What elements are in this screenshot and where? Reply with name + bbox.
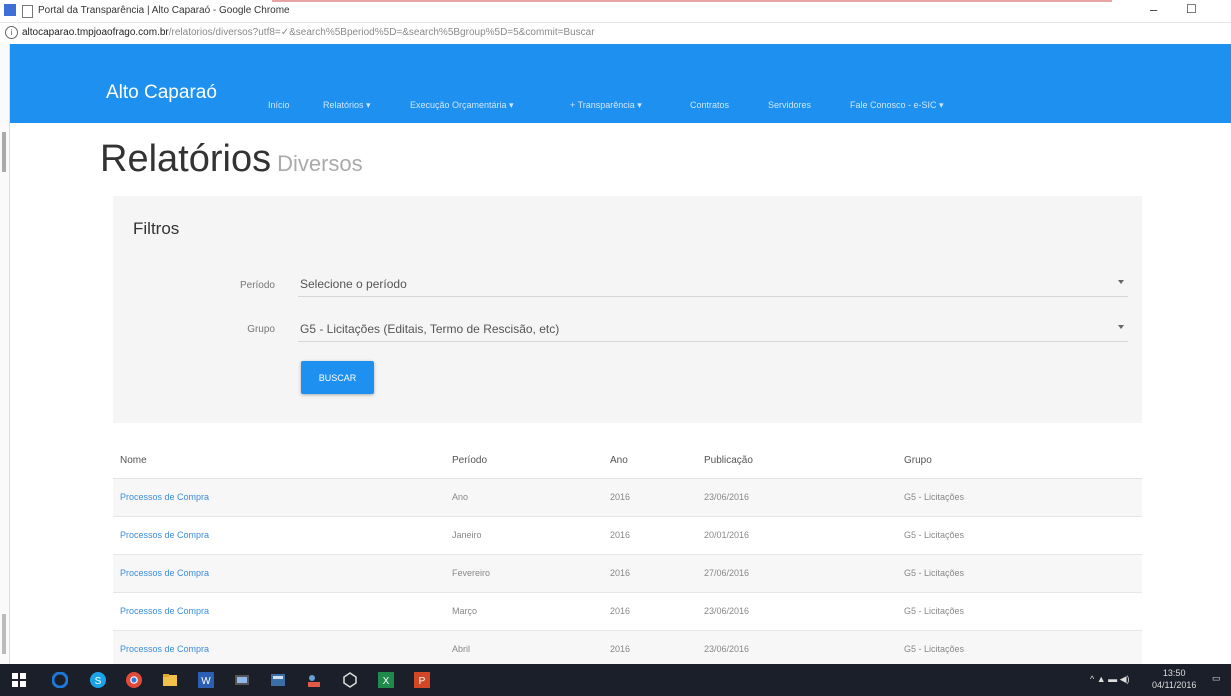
chevron-down-icon [1118, 280, 1124, 284]
row-period: Janeiro [452, 530, 482, 540]
url-path: /relatorios/diversos?utf8=✓&search%5Bper… [168, 27, 595, 38]
row-group: G5 - Licitações [904, 644, 965, 654]
row-name-link[interactable]: Processos de Compra [120, 568, 209, 578]
page-icon [22, 5, 33, 18]
nav-item-execucao[interactable]: Execução Orçamentária ▾ [410, 100, 514, 111]
row-group: G5 - Licitações [904, 492, 965, 502]
left-edge [0, 44, 10, 664]
row-period: Fevereiro [452, 568, 491, 578]
row-year: 2016 [610, 606, 631, 616]
info-icon[interactable]: i [5, 26, 18, 39]
nav-item-contratos[interactable]: Contratos [690, 100, 729, 110]
row-publication: 20/01/2016 [704, 530, 750, 540]
clock-time: 13:50 [1162, 668, 1186, 678]
svg-text:S: S [95, 676, 102, 687]
row-year: 2016 [610, 568, 631, 578]
table-row: Processos de Compra Fevereiro 2016 27/06… [113, 555, 1142, 593]
group-select-value: G5 - Licitações (Editais, Termo de Resci… [300, 322, 560, 336]
skype-icon[interactable]: S [90, 672, 106, 688]
row-name-link[interactable]: Processos de Compra [120, 606, 209, 616]
maximize-button[interactable]: ☐ [1186, 2, 1197, 16]
windows-start-icon[interactable] [12, 673, 26, 687]
row-publication: 27/06/2016 [704, 568, 750, 578]
row-period: Março [452, 606, 478, 616]
row-group: G5 - Licitações [904, 606, 965, 616]
edge-marker [2, 614, 6, 654]
excel-icon[interactable]: X [378, 672, 394, 688]
brand-logo[interactable]: Alto Caparaó [106, 82, 217, 104]
nav-item-transparencia[interactable]: + Transparência ▾ [570, 100, 642, 111]
address-bar[interactable]: i altocaparao.tmpjoaofrago.com.br/relato… [0, 23, 1231, 45]
row-publication: 23/06/2016 [704, 606, 750, 616]
svg-text:P: P [419, 676, 426, 687]
url-host: altocaparao.tmpjoaofrago.com.br [22, 27, 169, 38]
window-titlebar: Portal da Transparência | Alto Caparaó -… [0, 0, 1231, 23]
media-icon[interactable] [234, 672, 250, 688]
table-row: Processos de Compra Janeiro 2016 20/01/2… [113, 517, 1142, 555]
row-name-link[interactable]: Processos de Compra [120, 530, 209, 540]
group-label: Grupo [247, 324, 275, 335]
clock[interactable]: 13:50 04/11/2016 [1152, 667, 1196, 691]
tray-icons[interactable]: ^ ▲ ▬ ◀) [1090, 674, 1130, 685]
header-publicacao[interactable]: Publicação [704, 455, 753, 466]
nav-item-inicio[interactable]: Início [268, 100, 290, 110]
loading-indicator [272, 0, 1112, 2]
minimize-button[interactable]: – [1150, 2, 1157, 17]
header-periodo[interactable]: Período [452, 455, 487, 466]
nav-item-servidores[interactable]: Servidores [768, 100, 811, 110]
table-row: Processos de Compra Março 2016 23/06/201… [113, 593, 1142, 631]
table-header: Nome Período Ano Publicação Grupo [113, 442, 1142, 479]
results-table: Nome Período Ano Publicação Grupo Proces… [113, 442, 1142, 669]
nav-item-fale-conosco[interactable]: Fale Conosco - e-SIC ▾ [850, 100, 944, 111]
page-subtitle: Diversos [277, 151, 363, 176]
header-nome[interactable]: Nome [120, 455, 147, 466]
filters-title: Filtros [133, 219, 180, 238]
row-group: G5 - Licitações [904, 568, 965, 578]
row-group: G5 - Licitações [904, 530, 965, 540]
edge-marker [2, 132, 6, 172]
url-text[interactable]: altocaparao.tmpjoaofrago.com.br/relatori… [22, 27, 595, 38]
period-select[interactable]: Selecione o período [298, 272, 1128, 297]
period-select-value: Selecione o período [300, 277, 407, 291]
row-name-link[interactable]: Processos de Compra [120, 644, 209, 654]
row-period: Ano [452, 492, 469, 502]
group-select[interactable]: G5 - Licitações (Editais, Termo de Resci… [298, 317, 1128, 342]
svg-text:W: W [201, 676, 211, 687]
row-name-link[interactable]: Processos de Compra [120, 492, 209, 502]
chevron-down-icon [1118, 325, 1124, 329]
site-navbar: Alto Caparaó Início Relatórios ▾ Execuçã… [10, 44, 1231, 123]
chrome-icon[interactable] [126, 672, 142, 688]
svg-text:X: X [383, 676, 390, 687]
edge-icon[interactable] [51, 671, 69, 689]
nav-item-relatorios[interactable]: Relatórios ▾ [323, 100, 371, 111]
row-year: 2016 [610, 644, 631, 654]
header-grupo[interactable]: Grupo [904, 455, 932, 466]
notifications-icon[interactable]: ▭ [1212, 673, 1221, 684]
filters-panel: Filtros Período Selecione o período Grup… [113, 196, 1142, 423]
row-period: Abril [452, 644, 471, 654]
word-icon[interactable]: W [198, 672, 214, 688]
window-title: Portal da Transparência | Alto Caparaó -… [38, 5, 290, 16]
search-button[interactable]: BUSCAR [301, 361, 374, 394]
explorer-icon[interactable] [162, 672, 178, 688]
page-title-main: Relatórios [100, 138, 272, 180]
row-year: 2016 [610, 492, 631, 502]
app-icon[interactable] [270, 672, 286, 688]
powerpoint-icon[interactable]: P [414, 672, 430, 688]
row-publication: 23/06/2016 [704, 644, 750, 654]
page-title: Relatórios Diversos [100, 138, 363, 181]
table-row: Processos de Compra Ano 2016 23/06/2016 … [113, 479, 1142, 517]
app-icon [4, 4, 16, 16]
os-taskbar: S W X P ^ ▲ ▬ ◀) 13:50 04/11/2016 ▭ [0, 664, 1231, 696]
clock-date: 04/11/2016 [1152, 680, 1197, 690]
period-label: Período [239, 280, 275, 291]
row-year: 2016 [610, 530, 631, 540]
header-ano[interactable]: Ano [610, 455, 628, 466]
row-publication: 23/06/2016 [704, 492, 750, 502]
people-icon[interactable] [306, 672, 322, 688]
settings-icon[interactable] [342, 672, 358, 688]
